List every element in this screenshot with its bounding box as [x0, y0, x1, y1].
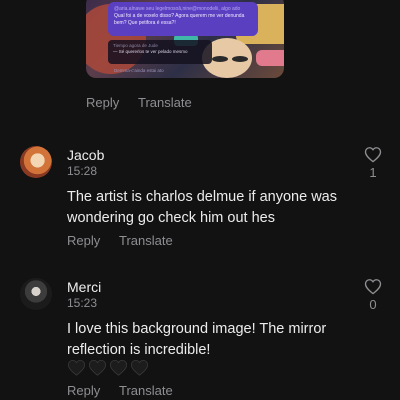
translate-button[interactable]: Translate — [119, 383, 173, 398]
comment-item: Merci 15:23 I love this background image… — [0, 268, 400, 400]
reply-button[interactable]: Reply — [67, 233, 100, 248]
comment-time: 15:28 — [67, 164, 98, 178]
black-heart-icon — [67, 359, 86, 376]
black-heart-icon — [109, 359, 128, 376]
comment-text: I love this background image! The mirror… — [67, 321, 327, 358]
black-heart-icon — [88, 359, 107, 376]
comment-time: 15:23 — [67, 296, 98, 310]
screenshot-chat-line: Qual foi a de voxelo disso? Agora querem… — [114, 13, 245, 19]
avatar[interactable] — [20, 278, 52, 310]
black-heart-icon — [130, 359, 149, 376]
translate-button[interactable]: Translate — [119, 233, 173, 248]
screenshot-footer: Demma-c'ainda estai ato — [114, 68, 164, 73]
like-heart-icon[interactable] — [364, 278, 382, 295]
screenshot-reply-text: — Sé quererlos te ver pelado mesmo — [113, 49, 188, 54]
like-count: 1 — [369, 165, 377, 180]
avatar[interactable] — [20, 146, 52, 178]
translate-button[interactable]: Translate — [138, 95, 192, 110]
screenshot-chat-bubble: @aria.alnawe seu legelmosoâ,nine@monodel… — [108, 2, 258, 36]
reply-button[interactable]: Reply — [86, 95, 119, 110]
artwork-shape — [256, 50, 284, 66]
comment-author[interactable]: Merci — [67, 279, 101, 295]
comment-item: Jacob 15:28 The artist is charlos delmue… — [0, 136, 400, 252]
attached-image[interactable]: @aria.alnawe seu legelmosoâ,nine@monodel… — [86, 0, 284, 78]
like-count: 0 — [369, 297, 377, 312]
screenshot-chat-top: @aria.alnawe seu legelmosoâ,nine@monodel… — [114, 6, 241, 12]
reply-button[interactable]: Reply — [67, 383, 100, 398]
screenshot-chat-reply: Tiempo agora de Jude — Sé quererlos te v… — [108, 40, 212, 64]
like-heart-icon[interactable] — [364, 146, 382, 163]
artwork-eye — [212, 56, 228, 62]
comment-text: The artist is charlos delmue if anyone w… — [67, 189, 337, 226]
artwork-eye — [232, 56, 248, 62]
emoji-row — [67, 359, 149, 376]
screenshot-chat-line: bem? Que petifora é essa?! — [114, 20, 176, 26]
comment-author[interactable]: Jacob — [67, 147, 104, 163]
